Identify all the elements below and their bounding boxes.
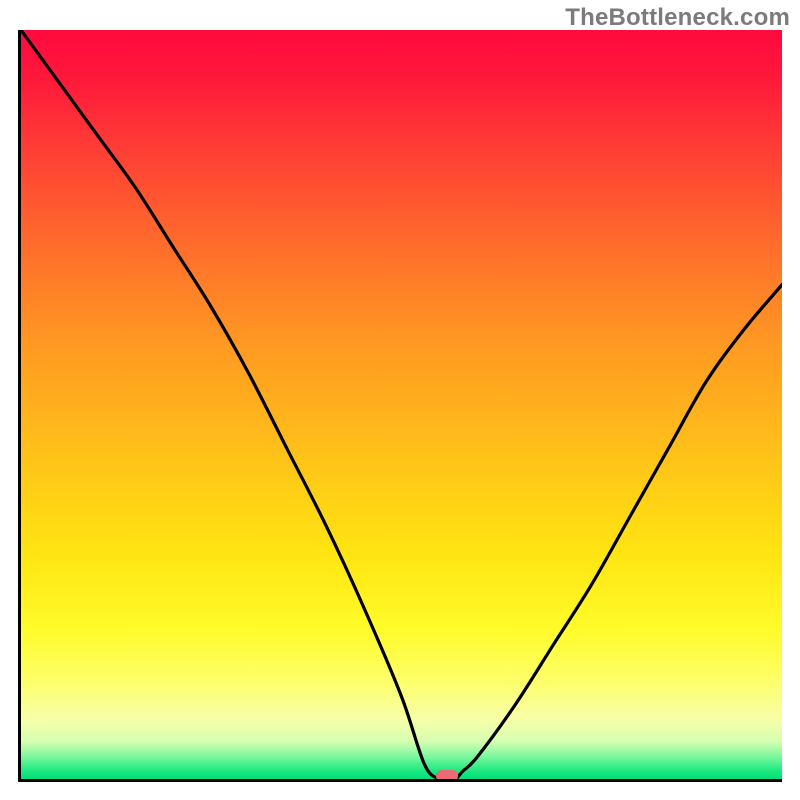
curve-svg bbox=[21, 30, 782, 779]
chart-container: TheBottleneck.com bbox=[0, 0, 800, 800]
optimal-marker bbox=[436, 770, 458, 782]
attribution-label: TheBottleneck.com bbox=[565, 4, 790, 32]
bottleneck-curve-path bbox=[21, 30, 782, 779]
plot-area bbox=[18, 30, 782, 782]
